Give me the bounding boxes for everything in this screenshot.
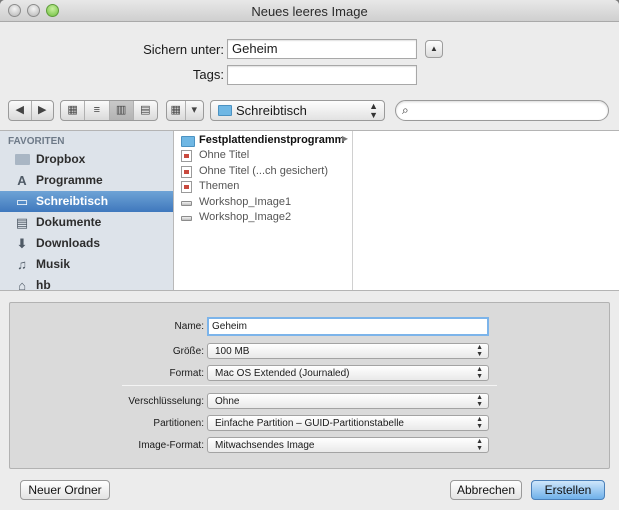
cancel-button[interactable]: Abbrechen bbox=[450, 480, 522, 500]
list-view-icon[interactable]: ≡ bbox=[85, 101, 110, 120]
sidebar-item-label: Dokumente bbox=[36, 215, 102, 229]
list-item[interactable]: Ohne Titel bbox=[175, 148, 352, 164]
partitions-popup[interactable]: Einfache Partition – GUID-Partitionstabe… bbox=[207, 415, 489, 431]
title-bar: Neues leeres Image bbox=[0, 0, 619, 22]
popup-arrows-icon: ▲ ▼ bbox=[476, 394, 483, 408]
applications-icon: A bbox=[17, 173, 27, 188]
popup-arrows-icon: ▲ ▼ bbox=[476, 366, 483, 380]
forward-icon[interactable]: ▶ bbox=[32, 101, 54, 120]
music-icon: ♫ bbox=[17, 257, 27, 272]
size-popup[interactable]: 100 MB ▲ ▼ bbox=[207, 343, 489, 359]
folder-icon bbox=[218, 105, 232, 116]
window-title: Neues leeres Image bbox=[251, 4, 368, 19]
popup-arrows-icon: ▲ ▼ bbox=[476, 416, 483, 430]
name-label: Name: bbox=[174, 321, 204, 332]
file-name: Ohne Titel (...ch gesichert) bbox=[199, 165, 328, 177]
sidebar-item-label: hb bbox=[36, 278, 51, 290]
view-mode-control: ▦ ≡ ▥ ▤ bbox=[60, 100, 158, 121]
list-item[interactable]: Workshop_Image1 bbox=[175, 195, 352, 211]
sidebar-item-hb[interactable]: ⌂ hb bbox=[0, 275, 173, 290]
image-name-field[interactable]: Geheim bbox=[207, 317, 489, 336]
image-format-label: Image-Format: bbox=[138, 440, 204, 451]
sidebar-item-musik[interactable]: ♫ Musik bbox=[0, 254, 173, 275]
disk-image-icon bbox=[181, 201, 192, 206]
file-name: Ohne Titel bbox=[199, 149, 250, 161]
downloads-icon: ⬇ bbox=[16, 236, 28, 251]
coverflow-view-icon[interactable]: ▤ bbox=[134, 101, 157, 120]
popup-arrows-icon: ▲ ▼ bbox=[476, 344, 483, 358]
back-forward-control: ◀ ▶ bbox=[8, 100, 54, 121]
encryption-label: Verschlüsselung: bbox=[128, 396, 204, 407]
format-popup[interactable]: Mac OS Extended (Journaled) ▲ ▼ bbox=[207, 365, 489, 381]
sidebar-header: FAVORITEN bbox=[8, 136, 65, 147]
sidebar-item-label: Dropbox bbox=[36, 152, 86, 166]
document-icon bbox=[181, 150, 192, 162]
file-name: Festplattendienstprogramm bbox=[199, 134, 345, 146]
arrange-icon: ▦ bbox=[167, 101, 186, 120]
format-value: Mac OS Extended (Journaled) bbox=[215, 368, 350, 379]
sidebar-item-label: Programme bbox=[36, 173, 103, 187]
arrange-menu-button[interactable]: ▦ ▾ bbox=[166, 100, 204, 121]
sidebar-item-label: Downloads bbox=[36, 236, 101, 250]
list-item[interactable]: Themen bbox=[175, 179, 352, 195]
separator bbox=[122, 385, 497, 386]
folder-icon bbox=[14, 152, 30, 167]
sidebar-item-dropbox[interactable]: Dropbox bbox=[0, 149, 173, 170]
documents-icon: ▤ bbox=[15, 215, 29, 230]
tags-field[interactable] bbox=[227, 65, 417, 85]
chevron-down-icon: ▾ bbox=[191, 104, 198, 116]
document-icon bbox=[181, 166, 192, 178]
search-icon: ⌕ bbox=[402, 103, 409, 117]
sidebar-item-downloads[interactable]: ⬇ Downloads bbox=[0, 233, 173, 254]
tags-label: Tags: bbox=[192, 67, 224, 82]
encryption-value: Ohne bbox=[215, 396, 240, 407]
list-item[interactable]: Ohne Titel (...ch gesichert) bbox=[175, 164, 352, 180]
location-popup[interactable]: Schreibtisch ▲ ▼ bbox=[210, 100, 385, 121]
file-name: Workshop_Image1 bbox=[199, 196, 292, 208]
sidebar-item-programme[interactable]: A Programme bbox=[0, 170, 173, 191]
search-input[interactable]: ⌕ bbox=[395, 100, 609, 121]
image-format-value: Mitwachsendes Image bbox=[215, 440, 315, 451]
icon-view-icon[interactable]: ▦ bbox=[61, 101, 86, 120]
sidebar-item-label: Musik bbox=[36, 257, 71, 271]
save-as-field[interactable]: Geheim bbox=[227, 39, 417, 59]
collapse-browser-button[interactable]: ▲ bbox=[425, 40, 443, 58]
new-folder-button[interactable]: Neuer Ordner bbox=[20, 480, 110, 500]
list-item[interactable]: Festplattendienstprogramm ▶ bbox=[175, 133, 352, 149]
back-icon[interactable]: ◀ bbox=[9, 101, 32, 120]
list-item[interactable]: Workshop_Image2 bbox=[175, 210, 352, 226]
disk-image-icon bbox=[181, 216, 192, 221]
home-icon: ⌂ bbox=[18, 278, 26, 290]
popup-arrows-icon: ▲ ▼ bbox=[369, 101, 378, 120]
chevron-right-icon: ▶ bbox=[341, 134, 348, 143]
sidebar-item-dokumente[interactable]: ▤ Dokumente bbox=[0, 212, 173, 233]
save-as-label: Sichern unter: bbox=[143, 42, 224, 57]
sidebar-item-schreibtisch[interactable]: ▭ Schreibtisch bbox=[0, 191, 173, 212]
create-button[interactable]: Erstellen bbox=[531, 480, 605, 500]
desktop-icon: ▭ bbox=[15, 194, 29, 209]
sidebar: FAVORITEN Dropbox A Programme ▭ Schreibt… bbox=[0, 131, 174, 290]
partitions-value: Einfache Partition – GUID-Partitionstabe… bbox=[215, 418, 404, 429]
sidebar-item-label: Schreibtisch bbox=[36, 194, 109, 208]
image-options-panel: Name: Geheim Größe: 100 MB ▲ ▼ Format: Ma… bbox=[9, 302, 610, 469]
file-column: Festplattendienstprogramm ▶ Ohne Titel O… bbox=[175, 131, 353, 290]
image-format-popup[interactable]: Mitwachsendes Image ▲ ▼ bbox=[207, 437, 489, 453]
file-name: Workshop_Image2 bbox=[199, 211, 292, 223]
file-browser: FAVORITEN Dropbox A Programme ▭ Schreibt… bbox=[0, 130, 619, 291]
partitions-label: Partitionen: bbox=[153, 418, 204, 429]
chevron-up-icon: ▲ bbox=[430, 44, 438, 53]
popup-arrows-icon: ▲ ▼ bbox=[476, 438, 483, 452]
column-view-icon[interactable]: ▥ bbox=[109, 101, 134, 120]
encryption-popup[interactable]: Ohne ▲ ▼ bbox=[207, 393, 489, 409]
dialog-window: Neues leeres Image Sichern unter: Geheim… bbox=[0, 0, 619, 510]
location-label: Schreibtisch bbox=[236, 103, 307, 118]
folder-icon bbox=[181, 136, 195, 147]
file-name: Themen bbox=[199, 180, 240, 192]
size-value: 100 MB bbox=[215, 346, 250, 357]
size-label: Größe: bbox=[172, 346, 204, 357]
format-label: Format: bbox=[169, 368, 204, 379]
document-icon bbox=[181, 181, 192, 193]
